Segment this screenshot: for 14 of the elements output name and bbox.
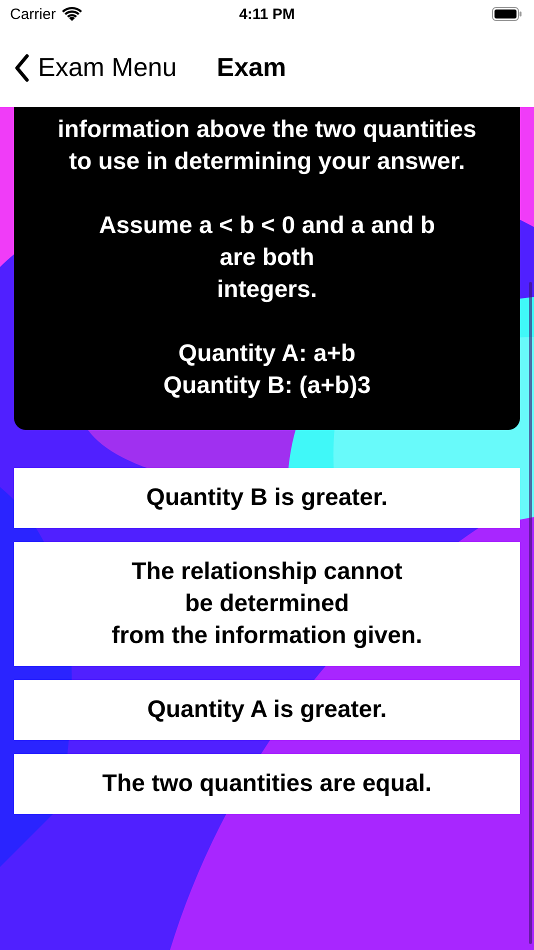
question-text: information above the two quantities to use in determining your answer. [56,115,478,177]
chevron-left-icon [14,54,30,82]
answer-button[interactable]: The relationship cannot be determined from the information given. [14,542,520,666]
status-time: 4:11 PM [239,6,295,22]
back-button[interactable]: Exam Menu [14,52,177,83]
answer-button[interactable]: The two quantities are equal. [14,754,520,814]
battery-icon [492,7,522,21]
answer-button[interactable]: Quantity A is greater. [14,680,520,740]
answer-button[interactable]: Quantity B is greater. [14,468,520,528]
question-text: Assume a < b < 0 and a and b are both integers. [98,211,436,305]
wifi-icon [62,6,82,22]
nav-title: Exam [216,52,286,83]
carrier-label: Carrier [10,6,56,22]
question-text: Quantity A: a+b Quantity B: (a+b)3 [162,339,372,401]
